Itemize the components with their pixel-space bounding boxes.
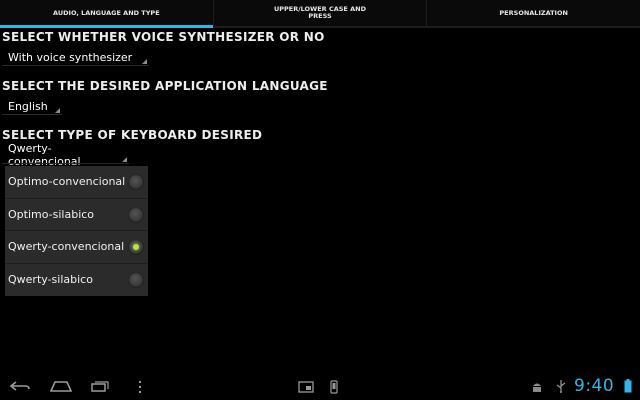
language-section-title: SELECT THE DESIRED APPLICATION LANGUAGE: [2, 79, 328, 93]
radio-button-icon[interactable]: [128, 174, 144, 190]
back-icon[interactable]: [10, 381, 30, 391]
home-icon[interactable]: [50, 381, 72, 392]
language-spinner[interactable]: English: [2, 97, 62, 115]
keyboard-option-optimo-silabico[interactable]: Optimo-silabico: [5, 199, 148, 231]
keyboard-option-optimo-convencional[interactable]: Optimo-convencional: [5, 166, 148, 199]
radio-button-checked-icon[interactable]: [128, 239, 144, 255]
keyboard-dropdown-list: Optimo-convencional Optimo-silabico Qwer…: [5, 166, 148, 296]
tab-bar: AUDIO, LANGUAGE AND TYPE UPPER/LOWER CAS…: [0, 0, 640, 28]
voice-spinner-caret-icon: [142, 59, 147, 64]
clock: 9:40: [574, 376, 615, 396]
tab-audio-language-type[interactable]: AUDIO, LANGUAGE AND TYPE: [0, 0, 214, 26]
option-label: Qwerty-convencional: [8, 240, 125, 254]
language-spinner-value: English: [8, 99, 48, 113]
tab-personalization[interactable]: PERSONALIZATION: [427, 0, 640, 26]
recent-apps-icon[interactable]: [91, 381, 109, 392]
keyboard-section-title: SELECT TYPE OF KEYBOARD DESIRED: [2, 128, 263, 142]
language-spinner-caret-icon: [55, 108, 60, 113]
keyboard-option-qwerty-silabico[interactable]: Qwerty-silabico: [5, 264, 148, 297]
language-spinner-underline: [2, 114, 62, 115]
menu-icon[interactable]: [138, 381, 142, 393]
keyboard-spinner-value: Qwerty-convencional: [8, 142, 81, 168]
keyboard-spinner-caret-icon: [122, 157, 127, 162]
tab-selected-indicator: [0, 25, 213, 28]
voice-section-title: SELECT WHETHER VOICE SYNTHESIZER OR NO: [2, 30, 325, 44]
voice-spinner-underline: [2, 65, 149, 66]
voice-spinner-value: With voice synthesizer: [8, 50, 133, 64]
tab-upper-lower-case-press[interactable]: UPPER/LOWER CASE AND PRESS: [214, 0, 428, 26]
voice-spinner[interactable]: With voice synthesizer: [2, 48, 149, 66]
android-debug-icon: [533, 383, 541, 392]
radio-button-icon[interactable]: [128, 271, 144, 288]
screenshot-icon: [298, 381, 314, 393]
keyboard-option-qwerty-convencional[interactable]: Qwerty-convencional: [5, 231, 148, 264]
keyboard-spinner[interactable]: Qwerty-convencional: [2, 142, 129, 168]
system-navigation-bar: 9:40: [0, 372, 640, 400]
keyboard-spinner-underline: [2, 163, 129, 164]
option-label: Optimo-convencional: [8, 175, 126, 189]
option-label: Optimo-silabico: [8, 207, 95, 221]
option-label: Qwerty-silabico: [8, 273, 93, 287]
radio-button-icon[interactable]: [128, 206, 144, 223]
usb-icon: [556, 380, 566, 393]
battery-icon: [624, 379, 632, 393]
phone-icon: [330, 380, 338, 394]
